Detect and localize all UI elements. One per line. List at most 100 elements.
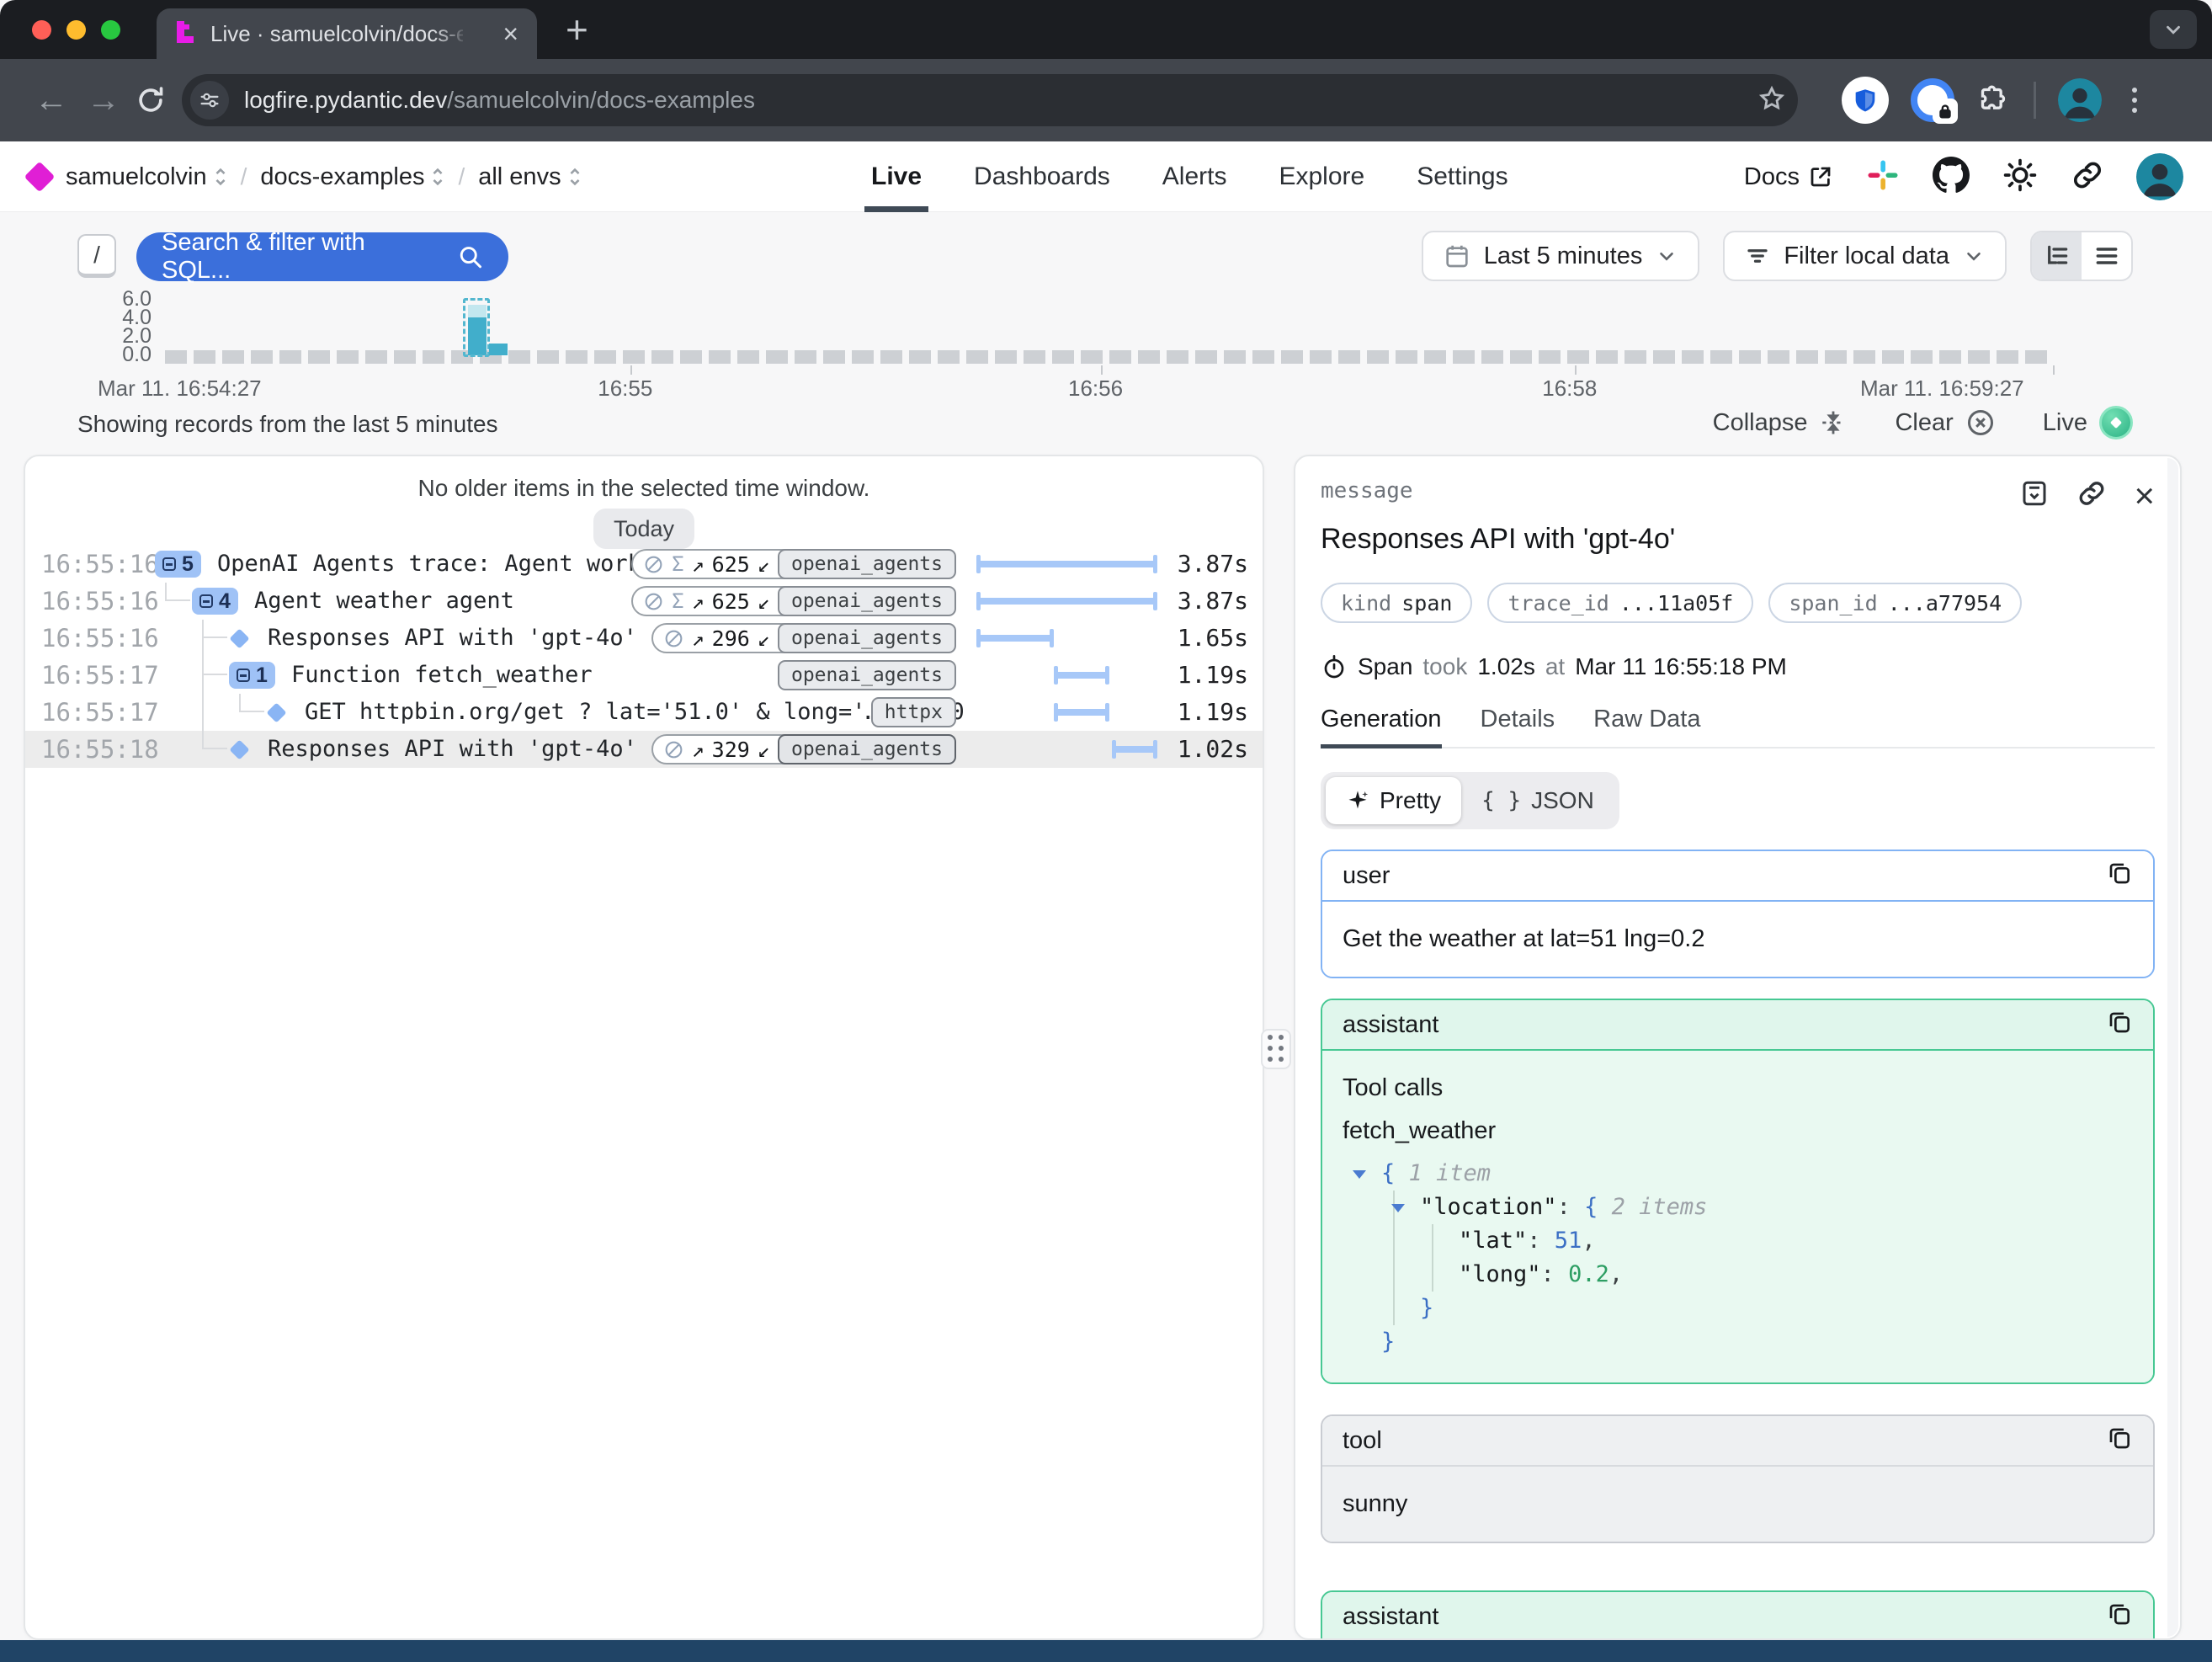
today-pill[interactable]: Today [593, 509, 694, 549]
window-close-button[interactable] [32, 20, 51, 40]
window-controls[interactable] [32, 20, 120, 40]
search-button[interactable]: Search & filter with SQL... [136, 232, 508, 281]
collapse-minus-icon [237, 669, 250, 682]
scope-tag[interactable]: openai_agents [778, 660, 956, 690]
site-settings-icon[interactable] [190, 81, 229, 120]
tab-details[interactable]: Details [1481, 706, 1555, 747]
theme-sun-icon[interactable] [2002, 157, 2039, 198]
gantt-track [976, 629, 1157, 647]
trace-row[interactable]: 16:55:18Responses API with 'gpt-4o'↗329↙… [25, 731, 1263, 768]
extensions-puzzle-icon[interactable] [1976, 83, 2010, 117]
tab-title: Live · samuelcolvin/docs-exa [210, 21, 463, 47]
json-collapse-chevron-icon[interactable] [1391, 1204, 1405, 1212]
close-panel-icon[interactable]: × [2134, 483, 2155, 509]
url-bar[interactable]: logfire.pydantic.dev/samuelcolvin/docs-e… [182, 74, 1798, 126]
slack-icon[interactable] [1865, 157, 1901, 197]
new-tab-button[interactable]: + [566, 7, 588, 52]
copy-link-icon[interactable] [2076, 478, 2107, 513]
browser-tab[interactable]: Live · samuelcolvin/docs-exa × [157, 8, 537, 59]
back-button[interactable]: ← [25, 82, 77, 120]
pretty-toggle-button[interactable]: Pretty [1326, 777, 1461, 824]
copy-button[interactable] [2106, 1600, 2133, 1633]
x-axis-tick [2053, 365, 2055, 375]
scope-tag[interactable]: httpx [871, 697, 956, 727]
json-toggle-button[interactable]: { } JSON [1461, 777, 1614, 824]
docs-link[interactable]: Docs [1744, 163, 1833, 191]
copy-button[interactable] [2106, 1008, 2133, 1041]
message-text: Get the weather at lat=51 lng=0.2 [1343, 925, 2133, 953]
meta-pill-kind[interactable]: kindspan [1321, 583, 1472, 623]
breadcrumb-item[interactable]: all envs [478, 163, 581, 191]
span-duration: 3.87s [1178, 583, 1248, 620]
histogram-bar[interactable] [489, 296, 508, 355]
span-histogram[interactable]: 6.04.02.00.0Mar 11. 16:54:2716:5516:5616… [0, 296, 2212, 402]
collapse-toggle-badge[interactable]: 4 [192, 588, 238, 615]
meta-pill-trace_id[interactable]: trace_id...11a05f [1487, 583, 1753, 623]
collapse-button[interactable]: Collapse [1713, 408, 1848, 437]
github-icon[interactable] [1933, 157, 1970, 198]
nav-item-dashboards[interactable]: Dashboards [974, 141, 1110, 212]
gantt-track [976, 666, 1157, 685]
breadcrumb-item[interactable]: docs-examples [260, 163, 444, 191]
message-block-user: userGet the weather at lat=51 lng=0.2 [1321, 850, 2155, 978]
time-range-dropdown[interactable]: Last 5 minutes [1422, 231, 1700, 281]
collapse-toggle-badge[interactable]: 5 [155, 551, 201, 578]
share-link-icon[interactable] [2071, 158, 2104, 196]
filter-dropdown[interactable]: Filter local data [1723, 231, 2007, 281]
nav-item-alerts[interactable]: Alerts [1162, 141, 1227, 212]
bookmark-star-icon[interactable] [1757, 84, 1786, 117]
scope-tag[interactable]: openai_agents [778, 586, 956, 616]
x-axis-label: 16:56 [1068, 376, 1123, 402]
nav-item-live[interactable]: Live [871, 141, 922, 212]
meta-pill-span_id[interactable]: span_id...a77954 [1768, 583, 2022, 623]
span-duration: 3.87s [1178, 546, 1248, 583]
forward-button[interactable]: → [77, 82, 130, 120]
scrollbar-track[interactable] [2167, 458, 2178, 1637]
clear-circle-x-icon [1965, 408, 1996, 438]
trace-row[interactable]: 16:55:16Responses API with 'gpt-4o'↗296↙… [25, 620, 1263, 657]
tab-raw-data[interactable]: Raw Data [1593, 706, 1700, 747]
tree-connector [202, 731, 204, 749]
browser-profile-avatar[interactable] [2058, 78, 2102, 122]
reading-pane-icon[interactable] [2019, 478, 2050, 513]
gantt-bar-cap [1105, 666, 1109, 685]
trace-row[interactable]: 16:55:171Function fetch_weatheropenai_ag… [25, 657, 1263, 694]
scope-tag[interactable]: openai_agents [778, 549, 956, 579]
copy-button[interactable] [2106, 859, 2133, 892]
scope-tag[interactable]: openai_agents [778, 623, 956, 653]
nav-item-settings[interactable]: Settings [1417, 141, 1507, 212]
tree-view-button[interactable] [2032, 232, 2082, 280]
password-extension-icon[interactable] [1911, 78, 1954, 122]
gantt-bar [976, 555, 1157, 573]
window-minimize-button[interactable] [66, 20, 86, 40]
json-collapse-chevron-icon[interactable] [1353, 1170, 1366, 1179]
span-diamond-icon [266, 702, 286, 722]
x-axis-label: 16:55 [598, 376, 652, 402]
copy-button[interactable] [2106, 1424, 2133, 1457]
tab-generation[interactable]: Generation [1321, 706, 1442, 747]
json-indent-guide [1432, 1224, 1433, 1258]
live-toggle[interactable]: Live [2043, 406, 2133, 439]
tab-close-icon[interactable]: × [502, 20, 518, 47]
json-token: } [1420, 1295, 1433, 1321]
list-view-button[interactable] [2082, 232, 2131, 280]
nav-item-explore[interactable]: Explore [1279, 141, 1364, 212]
trace-row[interactable]: 16:55:17GET httpbin.org/get ? lat='51.0'… [25, 694, 1263, 731]
tab-title-fade [433, 19, 478, 52]
input-tokens: 296 [712, 626, 750, 651]
clear-button[interactable]: Clear [1895, 408, 1995, 438]
breadcrumb-item[interactable]: samuelcolvin [66, 163, 227, 191]
panel-resize-handle[interactable] [1261, 1029, 1291, 1069]
trace-row[interactable]: 16:55:164Agent weather agentΣ↗625↙40open… [25, 583, 1263, 620]
browser-menu-icon[interactable] [2127, 83, 2142, 118]
collapse-toggle-badge[interactable]: 1 [229, 662, 275, 689]
window-zoom-button[interactable] [101, 20, 120, 40]
scope-tag[interactable]: openai_agents [778, 734, 956, 764]
json-token: { [1584, 1194, 1598, 1220]
tab-search-button[interactable] [2150, 10, 2197, 49]
bitwarden-extension-icon[interactable] [1842, 77, 1889, 124]
trace-row[interactable]: 16:55:165OpenAI Agents trace: Agent work… [25, 546, 1263, 583]
user-avatar[interactable] [2136, 153, 2183, 200]
reload-button[interactable] [135, 84, 167, 116]
record-kind-label: message [1321, 478, 1413, 503]
